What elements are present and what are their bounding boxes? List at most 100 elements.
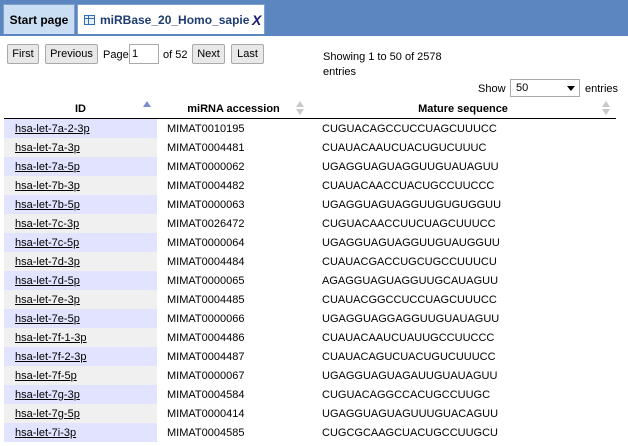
sequence-cell: CUAUACAACCUACUGCCUUCCC: [322, 179, 495, 192]
sort-icon: [143, 101, 151, 115]
mirna-id-link[interactable]: hsa-let-7a-2-3p: [15, 123, 90, 135]
sequence-cell: CUGCGCAAGCUACUGCCUUGCU: [322, 426, 499, 439]
accession-cell-container: MIMAT0004485: [157, 290, 310, 309]
mirna-id-link[interactable]: hsa-let-7d-3p: [15, 256, 80, 268]
table-row[interactable]: hsa-let-7d-3p MIMAT0004484 CUAUACGACCUGCUG…: [4, 252, 616, 271]
sequence-cell-container: CUGUACAGGCCACUGCCUUGC: [310, 385, 616, 404]
table-icon: [84, 14, 95, 25]
sequence-cell-container: CUGUACAACCUUCUAGCUUUCC: [310, 214, 616, 233]
mirna-id-link-container: hsa-let-7c-5p: [4, 233, 157, 252]
accession-cell: MIMAT0000064: [167, 236, 245, 249]
mirna-id-link[interactable]: hsa-let-7b-5p: [15, 199, 80, 211]
table-body: hsa-let-7a-2-3p MIMAT0010195 CUGUACAGCCUCC…: [4, 118, 616, 442]
mirna-id-link[interactable]: hsa-let-7g-5p: [15, 408, 80, 420]
mirna-id-link-container: hsa-let-7e-5p: [4, 309, 157, 328]
sequence-cell-container: CUAUACGACCUGCUGCCUUUCU: [310, 252, 616, 271]
accession-cell: MIMAT0004484: [167, 255, 245, 268]
sequence-cell: UGAGGUAGUAGGUUGUAUGGUU: [322, 236, 500, 249]
mirna-id-link-container: hsa-let-7d-5p: [4, 271, 157, 290]
results-table: ID miRNA accession Mature sequence hsa-l…: [4, 99, 616, 442]
table-row[interactable]: hsa-let-7g-5p MIMAT0000414 UGAGGUAGUAGUUUG…: [4, 404, 616, 423]
page-count: of 52: [163, 49, 188, 61]
accession-cell: MIMAT0000065: [167, 274, 245, 287]
accession-cell-container: MIMAT0000067: [157, 366, 310, 385]
mirna-id-link[interactable]: hsa-let-7i-3p: [15, 427, 76, 439]
sequence-cell-container: CUAUACGGCCUCCUAGCUUUCC: [310, 290, 616, 309]
tab-mirbase[interactable]: miRBase_20_Homo_sapie... X: [77, 4, 265, 34]
table-row[interactable]: hsa-let-7a-2-3p MIMAT0010195 CUGUACAGCCUCC…: [4, 118, 616, 138]
mirna-id-link-container: hsa-let-7f-2-3p: [4, 347, 157, 366]
sequence-cell: UGAGGUAGUAGGUUGUAUAGUU: [322, 160, 499, 173]
accession-cell: MIMAT0000062: [167, 160, 245, 173]
mirna-id-link[interactable]: hsa-let-7c-5p: [15, 237, 79, 249]
column-header-id[interactable]: ID: [4, 99, 157, 119]
sequence-cell-container: UGAGGUAGUAGGUUGUAUGGUU: [310, 233, 616, 252]
table-row[interactable]: hsa-let-7b-5p MIMAT0000063 UGAGGUAGUAGGUUG…: [4, 195, 616, 214]
table-row[interactable]: hsa-let-7f-2-3p MIMAT0004487 CUAUACAGUCUAC…: [4, 347, 616, 366]
mirna-id-link-container: hsa-let-7f-1-3p: [4, 328, 157, 347]
mirna-id-link-container: hsa-let-7b-5p: [4, 195, 157, 214]
table-row[interactable]: hsa-let-7c-3p MIMAT0026472 CUGUACAACCUUCUA…: [4, 214, 616, 233]
mirna-id-link[interactable]: hsa-let-7d-5p: [15, 275, 80, 287]
table-row[interactable]: hsa-let-7e-3p MIMAT0004485 CUAUACGGCCUCCUA…: [4, 290, 616, 309]
previous-button[interactable]: Previous: [45, 44, 98, 64]
sequence-cell: CUAUACAGUCUACUGUCUUUCC: [322, 350, 496, 363]
mirna-id-link-container: hsa-let-7g-5p: [4, 404, 157, 423]
sequence-cell-container: CUAUACAAUCUACUGUCUUUC: [310, 138, 616, 157]
sequence-cell-container: AGAGGUAGUAGGUUGCAUAGUU: [310, 271, 616, 290]
entries-label: entries: [585, 83, 619, 95]
table-row[interactable]: hsa-let-7b-3p MIMAT0004482 CUAUACAACCUACUG…: [4, 176, 616, 195]
page-input[interactable]: 1: [129, 44, 159, 64]
page-label: Page: [103, 49, 129, 61]
mirna-id-link[interactable]: hsa-let-7a-5p: [15, 161, 80, 173]
table-row[interactable]: hsa-let-7a-3p MIMAT0004481 CUAUACAAUCUACUG…: [4, 138, 616, 157]
sequence-cell: CUAUACAAUCUACUGUCUUUC: [322, 141, 487, 154]
sequence-cell: UGAGGUAGUAGUUUGUACAGUU: [322, 407, 499, 420]
mirna-id-link-container: hsa-let-7c-3p: [4, 214, 157, 233]
table-row[interactable]: hsa-let-7f-1-3p MIMAT0004486 CUAUACAAUCUAU…: [4, 328, 616, 347]
accession-cell-container: MIMAT0000414: [157, 404, 310, 423]
accession-cell: MIMAT0004486: [167, 331, 245, 344]
table-row[interactable]: hsa-let-7g-3p MIMAT0004584 CUGUACAGGCCACUG…: [4, 385, 616, 404]
accession-cell-container: MIMAT0004482: [157, 176, 310, 195]
tab-bar: Start page miRBase_20_Homo_sapie... X: [0, 0, 628, 36]
mirna-id-link[interactable]: hsa-let-7e-3p: [15, 294, 80, 306]
page-size-value: 50: [516, 82, 529, 94]
table-row[interactable]: hsa-let-7c-5p MIMAT0000064 UGAGGUAGUAGGUUG…: [4, 233, 616, 252]
chevron-down-icon: [567, 86, 575, 91]
table-row[interactable]: hsa-let-7e-5p MIMAT0000066 UGAGGUAGGAGGUUG…: [4, 309, 616, 328]
last-button[interactable]: Last: [231, 44, 264, 64]
mirna-id-link[interactable]: hsa-let-7f-1-3p: [15, 332, 87, 344]
sequence-cell: UGAGGUAGUAGAUUGUAUAGUU: [322, 369, 498, 382]
mirna-id-link[interactable]: hsa-let-7a-3p: [15, 142, 80, 154]
mirna-id-link[interactable]: hsa-let-7f-5p: [15, 370, 77, 382]
table-row[interactable]: hsa-let-7i-3p MIMAT0004585 CUGCGCAAGCUACUG…: [4, 423, 616, 442]
first-button[interactable]: First: [7, 44, 39, 64]
close-icon[interactable]: X: [252, 12, 261, 28]
sequence-cell: CUAUACGGCCUCCUAGCUUUCC: [322, 293, 497, 306]
tab-start-page[interactable]: Start page: [3, 4, 75, 34]
accession-cell: MIMAT0026472: [167, 217, 245, 230]
mirna-id-link[interactable]: hsa-let-7g-3p: [15, 389, 80, 401]
table-row[interactable]: hsa-let-7d-5p MIMAT0000065 AGAGGUAGUAGGUUG…: [4, 271, 616, 290]
column-header-sequence[interactable]: Mature sequence: [310, 99, 616, 119]
accession-cell: MIMAT0004585: [167, 426, 245, 439]
sequence-cell-container: UGAGGUAGUAGAUUGUAUAGUU: [310, 366, 616, 385]
next-button[interactable]: Next: [192, 44, 225, 64]
mirna-id-link[interactable]: hsa-let-7c-3p: [15, 218, 79, 230]
table-row[interactable]: hsa-let-7a-5p MIMAT0000062 UGAGGUAGUAGGUUG…: [4, 157, 616, 176]
accession-cell: MIMAT0004584: [167, 388, 245, 401]
mirna-id-link[interactable]: hsa-let-7f-2-3p: [15, 351, 87, 363]
accession-cell: MIMAT0000063: [167, 198, 245, 211]
accession-cell-container: MIMAT0004487: [157, 347, 310, 366]
accession-cell-container: MIMAT0004481: [157, 138, 310, 157]
page-size-select[interactable]: 50: [510, 79, 580, 97]
mirna-id-link-container: hsa-let-7f-5p: [4, 366, 157, 385]
accession-cell: MIMAT0000066: [167, 312, 245, 325]
mirna-id-link[interactable]: hsa-let-7e-5p: [15, 313, 80, 325]
table-row[interactable]: hsa-let-7f-5p MIMAT0000067 UGAGGUAGUAGAUUG…: [4, 366, 616, 385]
mirna-id-link-container: hsa-let-7a-3p: [4, 138, 157, 157]
column-header-accession[interactable]: miRNA accession: [157, 99, 310, 119]
sequence-cell: CUGUACAGGCCACUGCCUUGC: [322, 388, 491, 401]
mirna-id-link[interactable]: hsa-let-7b-3p: [15, 180, 80, 192]
